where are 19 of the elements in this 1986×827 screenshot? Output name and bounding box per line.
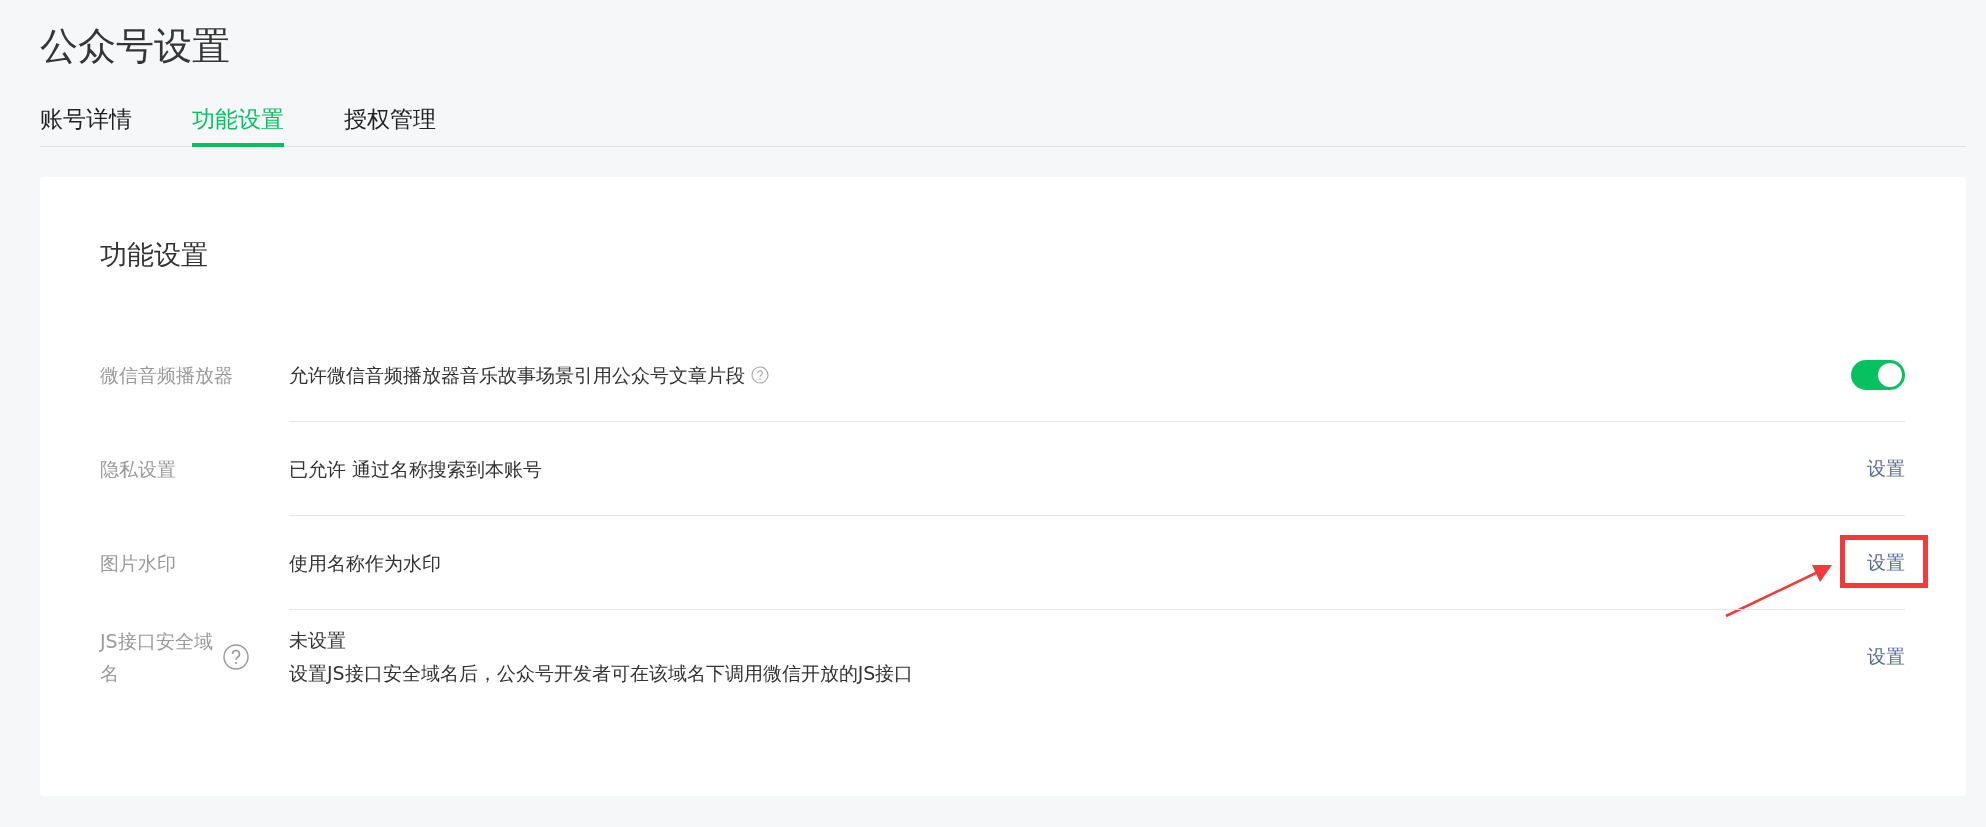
tab[interactable]: 授权管理 <box>344 98 436 147</box>
setting-description: 已允许 通过名称搜索到本账号 <box>289 456 543 482</box>
setting-description: 使用名称作为水印 <box>289 550 441 576</box>
page-title: 公众号设置 <box>40 23 231 70</box>
setting-label: 图片水印 <box>100 551 176 576</box>
settings-link[interactable]: 设置 <box>1867 645 1905 667</box>
section-heading: 功能设置 <box>100 238 209 272</box>
settings-link[interactable]: 设置 <box>1867 457 1905 479</box>
setting-label: 微信音频播放器 <box>100 363 233 388</box>
setting-description: 允许微信音频播放器音乐故事场景引用公众号文章片段 <box>289 362 745 388</box>
toggle-switch[interactable] <box>1851 360 1905 390</box>
setting-description: 未设置 <box>289 628 346 653</box>
setting-label: JS接口安全域名 <box>100 629 214 686</box>
help-icon[interactable] <box>223 644 249 670</box>
setting-description: 设置JS接口安全域名后，公众号开发者可在该域名下调用微信开放的JS接口 <box>289 661 914 686</box>
tab[interactable]: 账号详情 <box>40 98 132 147</box>
settings-link[interactable]: 设置 <box>1867 551 1905 573</box>
help-icon[interactable] <box>751 366 769 384</box>
setting-label: 隐私设置 <box>100 457 176 482</box>
